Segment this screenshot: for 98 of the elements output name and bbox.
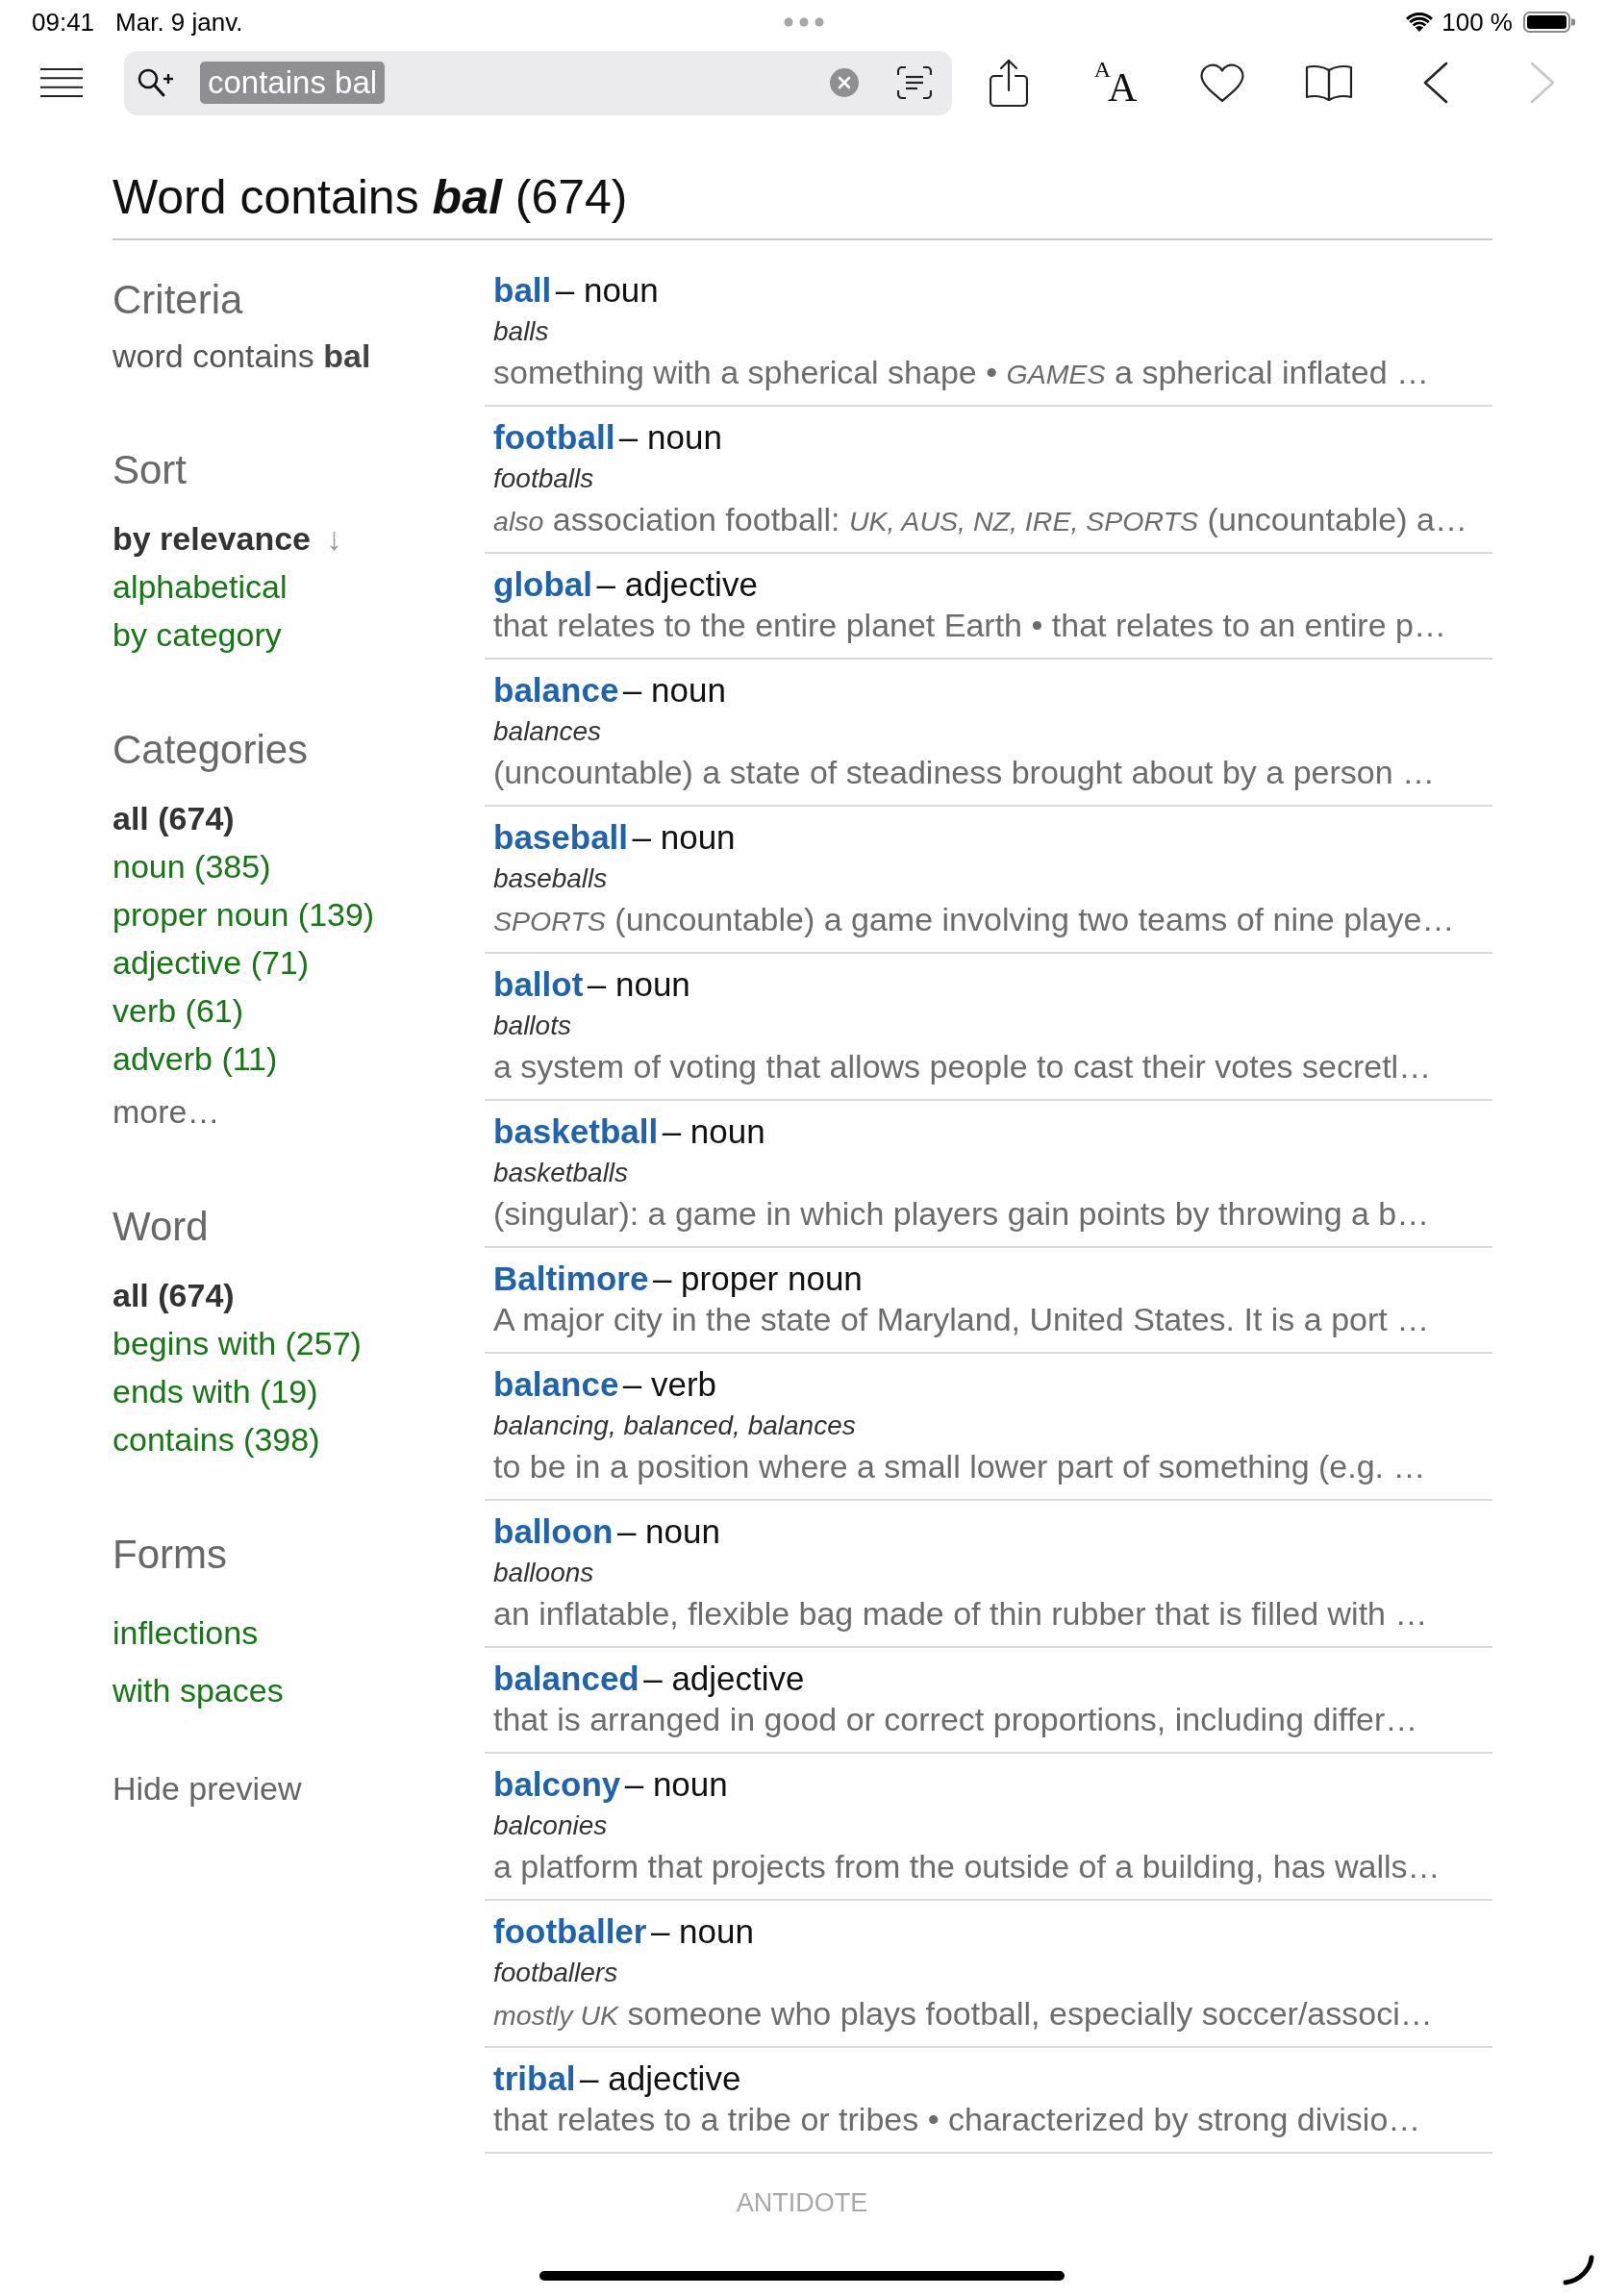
part-of-speech: – noun (616, 1512, 720, 1550)
status-time: 09:41 (32, 7, 95, 37)
inflected-forms: footballs (493, 463, 594, 493)
headword-link[interactable]: balloon (493, 1512, 614, 1550)
headword-link[interactable]: balance (493, 1365, 619, 1403)
headword-link[interactable]: ball (493, 271, 552, 309)
part-of-speech: – noun (587, 965, 690, 1003)
chevron-right-icon (1529, 62, 1556, 104)
definition-text: an inflatable, flexible bag made of thin rubber that is filled with … (493, 1595, 1428, 1632)
definition-text: also association football: UK, AUS, NZ, IRE, SPORTS (uncountable) a… (493, 501, 1467, 537)
share-icon (990, 59, 1028, 107)
page-title: Word contains bal (674) (113, 169, 628, 226)
multitask-dots-icon[interactable] (783, 17, 824, 27)
sidebar-option[interactable]: all (674) (113, 794, 235, 842)
search-plus-icon (138, 68, 174, 97)
part-of-speech: – noun (622, 671, 726, 709)
definition-text: (singular): a game in which players gain points by throwing a b… (493, 1195, 1430, 1232)
arrow-down-icon: ↓ (326, 520, 343, 557)
search-query: contains bal (200, 62, 386, 104)
section-heading: Word (113, 1203, 210, 1251)
inflected-forms: basketballs (493, 1158, 629, 1187)
wifi-icon (1406, 12, 1434, 32)
sidebar-option[interactable]: all (674) (113, 1271, 235, 1319)
search-field[interactable]: contains bal (124, 50, 952, 115)
definition-text: a system of voting that allows people to cast their votes secretl… (493, 1048, 1432, 1085)
sidebar-option[interactable]: adjective (71) (113, 938, 310, 986)
headword-link[interactable]: balance (493, 671, 619, 709)
hide-preview-link[interactable]: Hide preview (113, 1759, 302, 1817)
inflected-forms: balloons (493, 1558, 594, 1587)
headword-link[interactable]: global (493, 565, 593, 603)
part-of-speech: – noun (662, 1112, 765, 1150)
section-heading: Criteria (113, 276, 244, 324)
headword-link[interactable]: footballer (493, 1912, 647, 1950)
part-of-speech: – noun (632, 818, 736, 856)
part-of-speech: – adjective (580, 2059, 741, 2097)
inflected-forms: balconies (493, 1810, 608, 1840)
definition-text: a platform that projects from the outside of a building, has walls… (493, 1848, 1441, 1884)
part-of-speech: – adjective (643, 1660, 805, 1697)
sidebar-option[interactable]: ends with (19) (113, 1367, 318, 1415)
sidebar-option[interactable]: contains (398) (113, 1415, 320, 1463)
sidebar-option[interactable]: by relevance ↓ (113, 514, 343, 562)
part-of-speech: – proper noun (652, 1260, 863, 1297)
clear-icon (830, 68, 859, 97)
definition-text: (uncountable) a state of steadiness brought about by a person … (493, 754, 1436, 790)
sidebar-option[interactable]: with spaces (113, 1661, 284, 1719)
definition-text: SPORTS (uncountable) a game involving two teams of nine playe… (493, 901, 1455, 937)
headword-link[interactable]: tribal (493, 2059, 576, 2097)
definition-text: A major city in the state of Maryland, United States. It is a port … (493, 1301, 1430, 1337)
headword-link[interactable]: balcony (493, 1765, 621, 1803)
inflected-forms: balancing, balanced, balances (493, 1410, 856, 1440)
inflected-forms: balances (493, 716, 602, 746)
headword-link[interactable]: ballot (493, 965, 584, 1003)
section-heading: Sort (113, 446, 188, 494)
clear-button[interactable] (830, 68, 859, 97)
definition-text: to be in a position where a small lower part of something (e.g. … (493, 1448, 1426, 1485)
status-date: Mar. 9 janv. (115, 7, 243, 37)
sidebar-option[interactable]: verb (61) (113, 986, 244, 1035)
inflected-forms: baseballs (493, 863, 608, 893)
part-of-speech: – noun (624, 1765, 728, 1803)
criteria-text: word contains bal (113, 337, 372, 376)
heart-icon (1200, 62, 1244, 103)
part-of-speech: – verb (622, 1365, 717, 1403)
headword-link[interactable]: balanced (493, 1660, 639, 1697)
inflected-forms: footballers (493, 1958, 618, 1987)
definition-text: mostly UK someone who plays football, especially soccer/associ… (493, 1995, 1433, 2032)
definition-text: that relates to the entire planet Earth • that relates to an entire p… (493, 607, 1446, 643)
battery-icon (1523, 12, 1575, 33)
definition-text: that is arranged in good or correct proportions, including differ… (493, 1701, 1418, 1737)
sidebar-option[interactable]: more… (113, 1087, 220, 1136)
headword-link[interactable]: baseball (493, 818, 629, 856)
footer-brand: ANTIDOTE (736, 2187, 868, 2219)
battery-percentage: 100 % (1441, 7, 1513, 37)
chevron-left-icon (1422, 62, 1449, 104)
section-heading: Categories (113, 726, 310, 774)
open-book-icon (1305, 64, 1353, 101)
headword-link[interactable]: Baltimore (493, 1260, 649, 1297)
part-of-speech: – noun (555, 271, 659, 309)
part-of-speech: – noun (618, 418, 722, 456)
definition-text: that relates to a tribe or tribes • characterized by strong divisio… (493, 2101, 1421, 2137)
sidebar-option[interactable]: adverb (11) (113, 1035, 278, 1083)
sidebar-option[interactable]: proper noun (139) (113, 890, 375, 938)
inflected-forms: ballots (493, 1011, 571, 1040)
menu-icon (40, 68, 83, 97)
definition-text: something with a spherical shape • GAMES a spherical inflated … (493, 354, 1430, 390)
headword-link[interactable]: basketball (493, 1112, 659, 1150)
scan-text-icon (897, 66, 932, 99)
sidebar-option[interactable]: noun (385) (113, 842, 271, 890)
scan-text-button[interactable] (897, 66, 932, 99)
curve-stroke-icon (1562, 2255, 1594, 2285)
sidebar-option[interactable]: by category (113, 611, 282, 659)
section-heading: Forms (113, 1531, 228, 1579)
inflected-forms: balls (493, 316, 549, 346)
sidebar-option[interactable]: inflections (113, 1604, 259, 1661)
sidebar-option[interactable]: begins with (257) (113, 1319, 362, 1367)
part-of-speech: – noun (650, 1912, 754, 1950)
headword-link[interactable]: football (493, 418, 615, 456)
part-of-speech: – adjective (596, 565, 758, 603)
sidebar-option[interactable]: alphabetical (113, 562, 288, 611)
